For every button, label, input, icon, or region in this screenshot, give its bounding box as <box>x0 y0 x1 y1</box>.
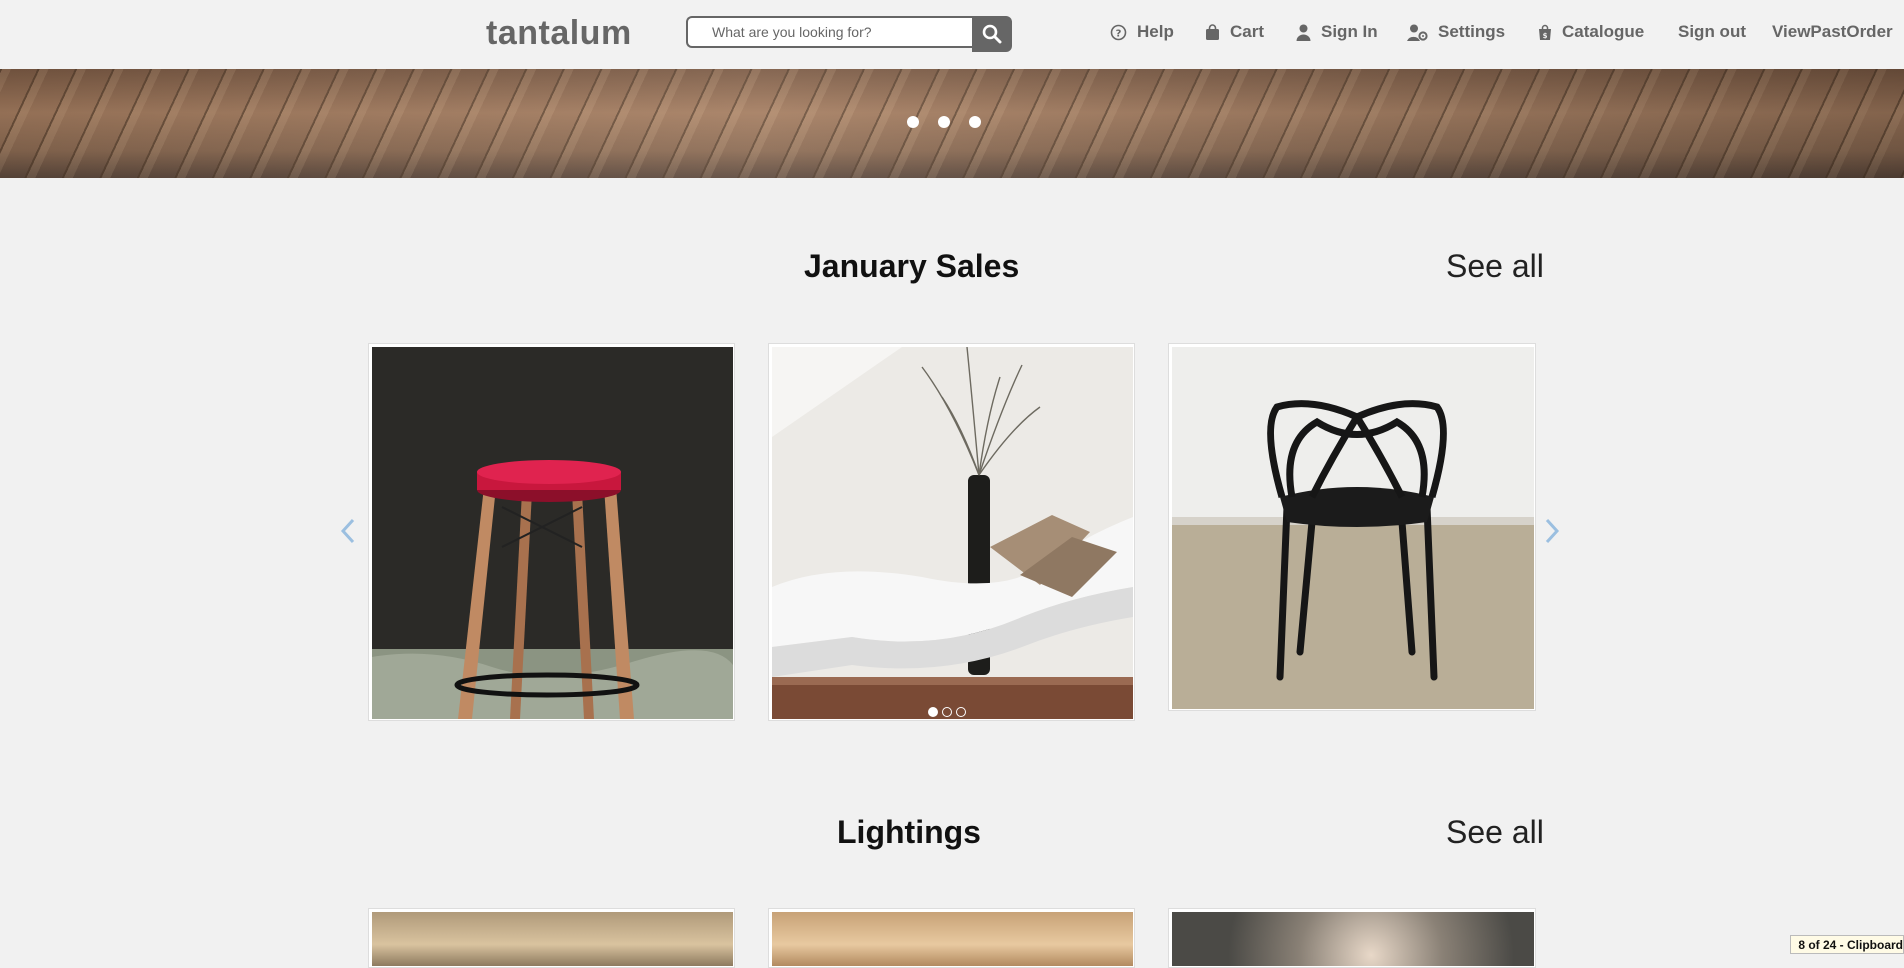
banner-dot[interactable] <box>969 116 981 128</box>
see-all-january-sales[interactable]: See all <box>1446 248 1544 285</box>
clipboard-badge-label: 8 of 24 - Clipboard <box>1798 938 1903 952</box>
nav-cart-label: Cart <box>1230 22 1264 42</box>
product-image-lighting-2 <box>772 912 1133 966</box>
user-gear-icon <box>1407 24 1428 41</box>
carousel-prev-button[interactable] <box>340 518 356 549</box>
nav-view-past-order[interactable]: ViewPastOrder <box>1772 22 1893 42</box>
product-image-red-stool <box>372 347 733 719</box>
nav-help[interactable]: ? Help <box>1110 22 1174 42</box>
product-card-white-chaise-lounge[interactable] <box>768 343 1135 721</box>
nav-sign-in-label: Sign In <box>1321 22 1378 42</box>
question-circle-icon: ? <box>1110 24 1127 41</box>
search-input[interactable] <box>686 16 972 48</box>
top-header: tantalum ? Help Cart <box>0 0 1904 69</box>
logo[interactable]: tantalum <box>486 14 632 53</box>
nav-view-past-order-label: ViewPastOrder <box>1772 22 1893 42</box>
carousel-next-button[interactable] <box>1544 518 1560 549</box>
svg-text:$: $ <box>1543 32 1548 40</box>
section-title-lightings: Lightings <box>837 814 981 851</box>
section-title-january-sales: January Sales <box>804 248 1019 285</box>
banner-carousel-dots <box>907 116 981 128</box>
product-card-lighting-3[interactable] <box>1168 908 1536 968</box>
product-card-black-chair[interactable] <box>1168 343 1536 711</box>
clipboard-badge[interactable]: 8 of 24 - Clipboard <box>1790 935 1904 954</box>
search-icon <box>982 24 1002 44</box>
shopping-bag-icon: $ <box>1538 24 1552 41</box>
search-bar <box>686 16 1012 52</box>
nav-cart[interactable]: Cart <box>1205 22 1264 42</box>
banner-dot[interactable] <box>938 116 950 128</box>
nav-settings[interactable]: Settings <box>1407 22 1505 42</box>
user-icon <box>1296 24 1311 41</box>
nav-catalogue-label: Catalogue <box>1562 22 1644 42</box>
product-image-white-chaise-lounge <box>772 347 1133 719</box>
product-card-red-stool[interactable] <box>368 343 735 721</box>
image-dot[interactable] <box>928 707 938 717</box>
see-all-lightings[interactable]: See all <box>1446 814 1544 851</box>
chevron-right-icon <box>1544 518 1560 544</box>
nav-settings-label: Settings <box>1438 22 1505 42</box>
chevron-left-icon <box>340 518 356 544</box>
banner-dot[interactable] <box>907 116 919 128</box>
product-image-dots <box>928 707 966 717</box>
product-image-lighting-1 <box>372 912 733 966</box>
product-card-lighting-1[interactable] <box>368 908 735 968</box>
product-image-black-chair <box>1172 347 1534 709</box>
product-card-lighting-2[interactable] <box>768 908 1135 968</box>
image-dot[interactable] <box>956 707 966 717</box>
nav-help-label: Help <box>1137 22 1174 42</box>
nav-sign-out[interactable]: Sign out <box>1678 22 1746 42</box>
nav-catalogue[interactable]: $ Catalogue <box>1538 22 1644 42</box>
svg-text:?: ? <box>1116 28 1122 39</box>
nav-sign-in[interactable]: Sign In <box>1296 22 1378 42</box>
product-image-lighting-3 <box>1172 912 1534 966</box>
nav-sign-out-label: Sign out <box>1678 22 1746 42</box>
search-button[interactable] <box>972 16 1012 52</box>
image-dot[interactable] <box>942 707 952 717</box>
shopping-bag-icon <box>1205 24 1220 41</box>
